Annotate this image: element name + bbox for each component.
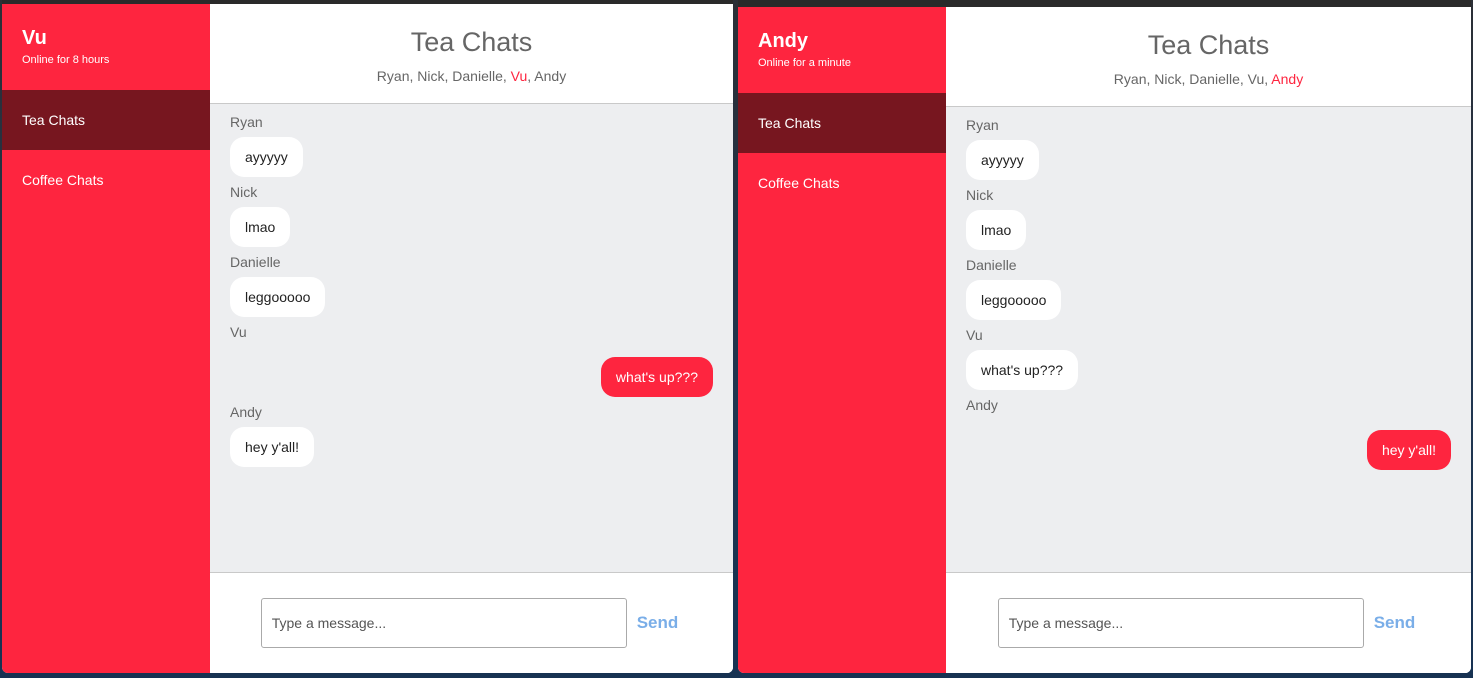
message-input[interactable] [997, 598, 1364, 648]
member-separator: , [1239, 71, 1248, 87]
message-bubble-own: hey y'all! [1366, 430, 1451, 470]
member-name: Ryan [1113, 71, 1147, 87]
chat-app: Andy Online for a minute Tea Chats Coffe… [738, 7, 1471, 673]
message-group-own: Andy hey y'all! [966, 397, 1451, 470]
member-name: Danielle [1189, 71, 1240, 87]
room-header: Tea Chats Ryan, Nick, Danielle, Vu, Andy [210, 4, 733, 104]
message-group: Danielle leggooooo [230, 254, 713, 317]
message-bubble: ayyyyy [230, 137, 303, 177]
room-title: Tea Chats [410, 27, 533, 57]
message-group: Nick lmao [230, 184, 713, 247]
message-composer: Send [946, 573, 1471, 673]
room-header: Tea Chats Ryan, Nick, Danielle, Vu, Andy [946, 7, 1471, 107]
desktop: Vu Online for 8 hours Tea Chats Coffee C… [0, 0, 1473, 678]
message-list[interactable]: Ryan ayyyyy Nick lmao Danielle leggooooo… [946, 107, 1471, 573]
member-name: Vu [1247, 71, 1265, 87]
message-composer: Send [210, 573, 733, 673]
message-bubble-own: what's up??? [600, 357, 713, 397]
message-sender: Ryan [966, 117, 999, 133]
chat-window-vu: Vu Online for 8 hours Tea Chats Coffee C… [2, 0, 733, 673]
message-sender: Andy [966, 397, 998, 413]
message-input[interactable] [260, 598, 627, 648]
member-name: Nick [417, 68, 445, 84]
room-title: Tea Chats [1147, 30, 1270, 60]
sidebar: Vu Online for 8 hours Tea Chats Coffee C… [2, 4, 210, 673]
user-block: Vu Online for 8 hours [2, 4, 210, 90]
message-group: Ryan ayyyyy [230, 114, 713, 177]
user-status: Online for 8 hours [22, 54, 110, 66]
message-sender: Nick [966, 187, 994, 203]
message-sender: Vu [966, 327, 983, 343]
message-sender: Danielle [230, 254, 281, 270]
send-button[interactable]: Send [1370, 613, 1420, 633]
chat-window-andy: Andy Online for a minute Tea Chats Coffe… [738, 0, 1471, 673]
message-group: Vu what's up??? [966, 327, 1451, 390]
member-name-current-user: Andy [1271, 71, 1304, 87]
message-group: Ryan ayyyyy [966, 117, 1451, 180]
sidebar: Andy Online for a minute Tea Chats Coffe… [738, 7, 946, 673]
member-name: Nick [1154, 71, 1182, 87]
room-coffee-chats[interactable]: Coffee Chats [2, 150, 210, 210]
member-name: Danielle [452, 68, 503, 84]
message-group: Nick lmao [966, 187, 1451, 250]
message-sender: Ryan [230, 114, 263, 130]
member-name: Andy [534, 68, 567, 84]
user-name: Vu [22, 27, 47, 49]
message-bubble: leggooooo [230, 277, 326, 317]
room-tea-chats[interactable]: Tea Chats [738, 93, 946, 153]
member-list: Ryan, Nick, Danielle, Vu, Andy [210, 68, 733, 84]
room-tea-chats[interactable]: Tea Chats [2, 90, 210, 150]
message-group: Andy hey y'all! [230, 404, 713, 467]
chat-main: Tea Chats Ryan, Nick, Danielle, Vu, Andy… [210, 4, 733, 673]
message-bubble: ayyyyy [966, 140, 1039, 180]
member-name: Ryan [376, 68, 410, 84]
member-separator: , [502, 68, 511, 84]
message-group-own: Vu what's up??? [230, 324, 713, 397]
user-name: Andy [758, 30, 808, 52]
message-group: Danielle leggooooo [966, 257, 1451, 320]
message-sender: Andy [230, 404, 262, 420]
user-status: Online for a minute [758, 57, 851, 69]
send-button[interactable]: Send [633, 613, 683, 633]
message-sender: Vu [230, 324, 247, 340]
room-coffee-chats[interactable]: Coffee Chats [738, 153, 946, 213]
chat-main: Tea Chats Ryan, Nick, Danielle, Vu, Andy… [946, 7, 1471, 673]
message-bubble: what's up??? [966, 350, 1079, 390]
message-bubble: lmao [966, 210, 1027, 250]
member-list: Ryan, Nick, Danielle, Vu, Andy [946, 71, 1471, 87]
message-list[interactable]: Ryan ayyyyy Nick lmao Danielle leggooooo… [210, 104, 733, 573]
message-bubble: hey y'all! [230, 427, 315, 467]
message-sender: Nick [230, 184, 258, 200]
message-bubble: leggooooo [966, 280, 1062, 320]
chat-app: Vu Online for 8 hours Tea Chats Coffee C… [2, 4, 733, 673]
message-bubble: lmao [230, 207, 291, 247]
member-name-current-user: Vu [510, 68, 528, 84]
user-block: Andy Online for a minute [738, 7, 946, 93]
window-titlebar [738, 0, 1471, 7]
message-sender: Danielle [966, 257, 1017, 273]
